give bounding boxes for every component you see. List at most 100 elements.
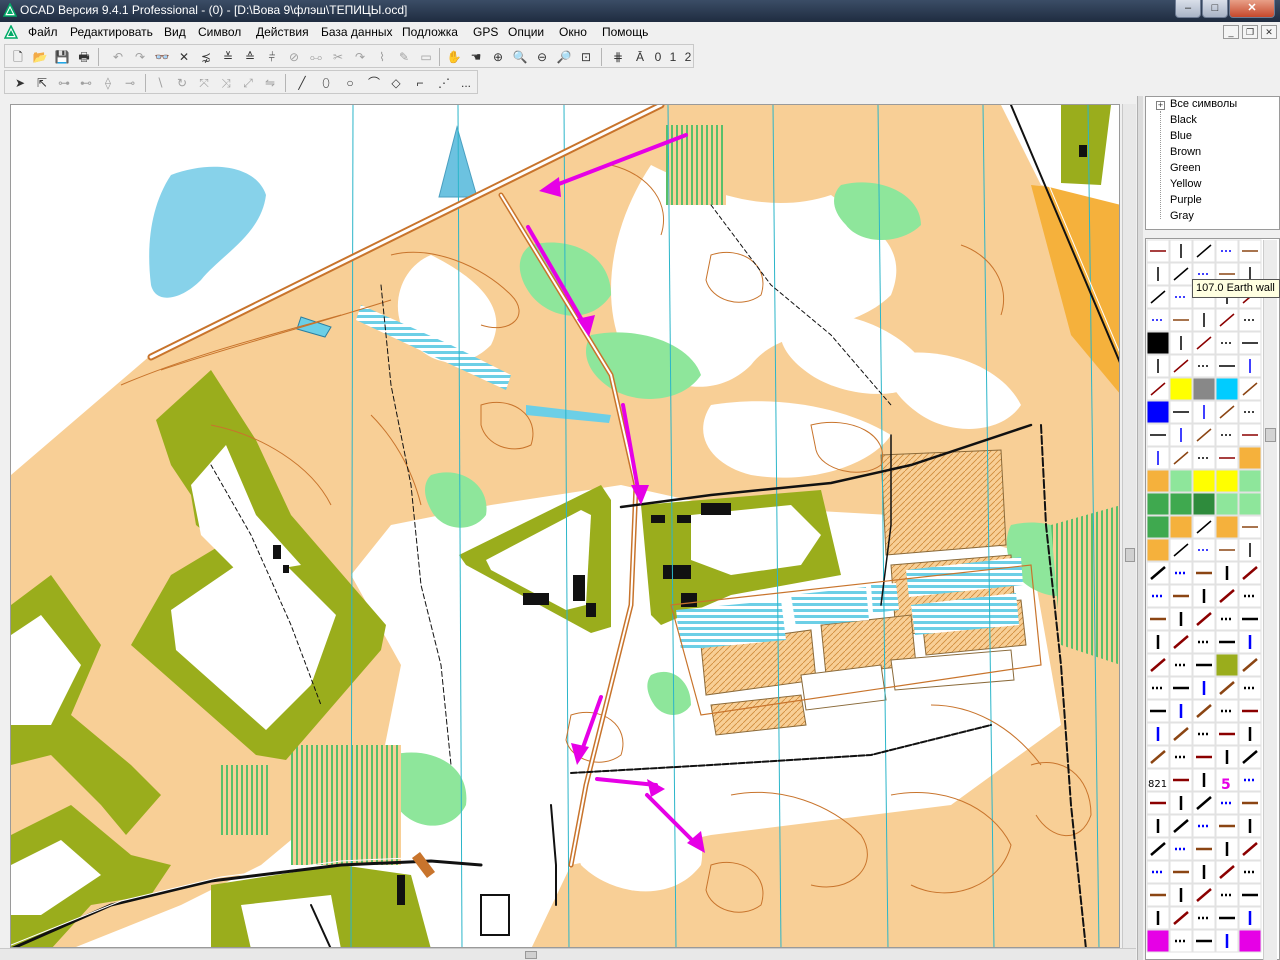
more-tools-button[interactable]: ... [457,74,475,92]
mdi-close-button[interactable]: ✕ [1261,25,1277,39]
zoom-level-2[interactable]: 2 [679,48,697,66]
knife-icon[interactable]: ∖ [151,74,169,92]
symbol-cell[interactable] [1238,929,1262,953]
map-horizontal-scrollbar[interactable] [0,948,1136,960]
symbol-palette-grid[interactable]: 821 5 [1146,239,1264,960]
symbol-cell[interactable] [1192,469,1216,493]
print-icon[interactable]: 🖶 [75,48,93,66]
tree-item-purple[interactable]: Purple [1170,194,1202,206]
symbol-cell[interactable] [1169,377,1193,401]
close-button[interactable]: ✕ [1229,0,1275,18]
symbol-cell[interactable] [1215,515,1239,539]
add-corner-icon[interactable]: ⊷ [77,74,95,92]
merge-icon[interactable]: ⫩ [263,48,281,66]
tree-item-green[interactable]: Green [1170,162,1201,174]
ellipse-icon[interactable]: ⬯ [317,74,335,92]
symbol-cell[interactable] [1238,469,1262,493]
menu-symbol[interactable]: Символ [198,25,241,39]
expand-icon[interactable]: + [1156,101,1165,110]
symbol-cell[interactable] [1215,469,1239,493]
symbol-cell[interactable] [1146,538,1170,562]
map-vertical-scrollbar[interactable] [1122,104,1136,948]
map-vertical-scroll-thumb[interactable] [1125,548,1135,562]
menu-gps[interactable]: GPS [473,25,498,39]
symbol-cell[interactable] [1192,377,1216,401]
cut-icon[interactable]: ✂ [329,48,347,66]
symbol-cell[interactable] [1146,400,1170,424]
menu-background[interactable]: Подложка [402,25,458,39]
hand-move-icon[interactable]: ☚ [467,48,485,66]
smooth-icon[interactable]: ⌇ [373,48,391,66]
numeric-mode-icon[interactable]: ⋰ [435,74,453,92]
undo-icon[interactable]: ↶ [109,48,127,66]
delete-point-icon[interactable]: ⊸ [121,74,139,92]
join-icon[interactable]: ⧟ [307,48,325,66]
menu-view[interactable]: Вид [164,25,186,39]
symbol-cell[interactable] [1215,492,1239,516]
minimize-button[interactable]: – [1175,0,1201,18]
add-point-icon[interactable]: ⊶ [55,74,73,92]
symbol-cell[interactable] [1192,492,1216,516]
delete-icon[interactable]: ✕ [175,48,193,66]
menu-window[interactable]: Окно [559,25,587,39]
grid-icon[interactable]: ⋕ [609,48,627,66]
menu-database[interactable]: База данных [321,25,392,39]
tree-item-blue[interactable]: Blue [1170,130,1192,142]
menu-actions[interactable]: Действия [256,25,309,39]
symbol-cell[interactable] [1215,653,1239,677]
menu-options[interactable]: Опции [508,25,544,39]
insert-point-icon[interactable]: ⟠ [99,74,117,92]
rotate-icon[interactable]: ↻ [173,74,191,92]
mdi-minimize-button[interactable]: _ [1223,25,1239,39]
tree-item-brown[interactable]: Brown [1170,146,1201,158]
document-icon[interactable] [4,25,18,39]
tree-item-all-symbols[interactable]: Все символы [1170,98,1237,110]
rectangle-mode-icon[interactable]: ◇ [387,74,405,92]
shear-icon[interactable]: ⤧ [195,74,213,92]
symbol-palette[interactable]: 821 5 [1145,238,1280,960]
mdi-restore-button[interactable]: ❐ [1242,25,1258,39]
symbol-cell[interactable] [1146,492,1170,516]
tree-item-yellow[interactable]: Yellow [1170,178,1201,190]
maximize-button[interactable]: □ [1202,0,1228,18]
tree-item-gray[interactable]: Gray [1170,210,1194,222]
straight-line-icon[interactable]: ╱ [293,74,311,92]
palette-scroll-thumb[interactable] [1265,428,1276,442]
symbol-cell[interactable] [1146,331,1170,355]
zoom-all-icon[interactable]: ⊡ [577,48,595,66]
edit-object-icon[interactable]: ➤ [11,74,29,92]
pencil-icon[interactable]: ✎ [395,48,413,66]
edit-point-icon[interactable]: ⇱ [33,74,51,92]
symbol-cell[interactable] [1169,515,1193,539]
menu-help[interactable]: Помощь [602,25,648,39]
tree-item-black[interactable]: Black [1170,114,1197,126]
menu-edit[interactable]: Редактировать [70,25,153,39]
new-file-icon[interactable]: 🗋 [9,48,27,66]
save-icon[interactable]: 💾 [53,48,71,66]
palette-scrollbar[interactable] [1263,240,1277,960]
menu-file[interactable]: Файл [28,25,58,39]
cut-hole-icon[interactable]: ⋨ [197,48,215,66]
symbol-cell[interactable] [1146,929,1170,953]
hand-pan-icon[interactable]: ✋ [445,48,463,66]
symbol-cell[interactable] [1146,469,1170,493]
map-canvas[interactable] [10,104,1120,948]
freehand-icon[interactable]: ⌐ [411,74,429,92]
map-horizontal-scroll-thumb[interactable] [525,951,537,959]
zoom-previous-icon[interactable]: 🔎 [555,48,573,66]
symbol-cell[interactable] [1146,515,1170,539]
open-file-icon[interactable]: 📂 [31,48,49,66]
scale-icon[interactable]: ⤢ [239,74,257,92]
circle-icon[interactable]: ○ [341,74,359,92]
rectangle-select-icon[interactable]: ▭ [417,48,435,66]
zoom-in-icon[interactable]: ⊕ [489,48,507,66]
symbol-cell[interactable] [1238,492,1262,516]
fill-icon[interactable]: ⊘ [285,48,303,66]
north-anchor-icon[interactable]: Ā [631,48,649,66]
curve-icon[interactable]: ⌒ [365,74,383,92]
stretch-icon[interactable]: ⤨ [217,74,235,92]
zoom-out-icon[interactable]: ⊖ [533,48,551,66]
zoom-window-icon[interactable]: 🔍 [511,48,529,66]
symbol-cell[interactable] [1238,446,1262,470]
symbol-cell[interactable] [1169,492,1193,516]
